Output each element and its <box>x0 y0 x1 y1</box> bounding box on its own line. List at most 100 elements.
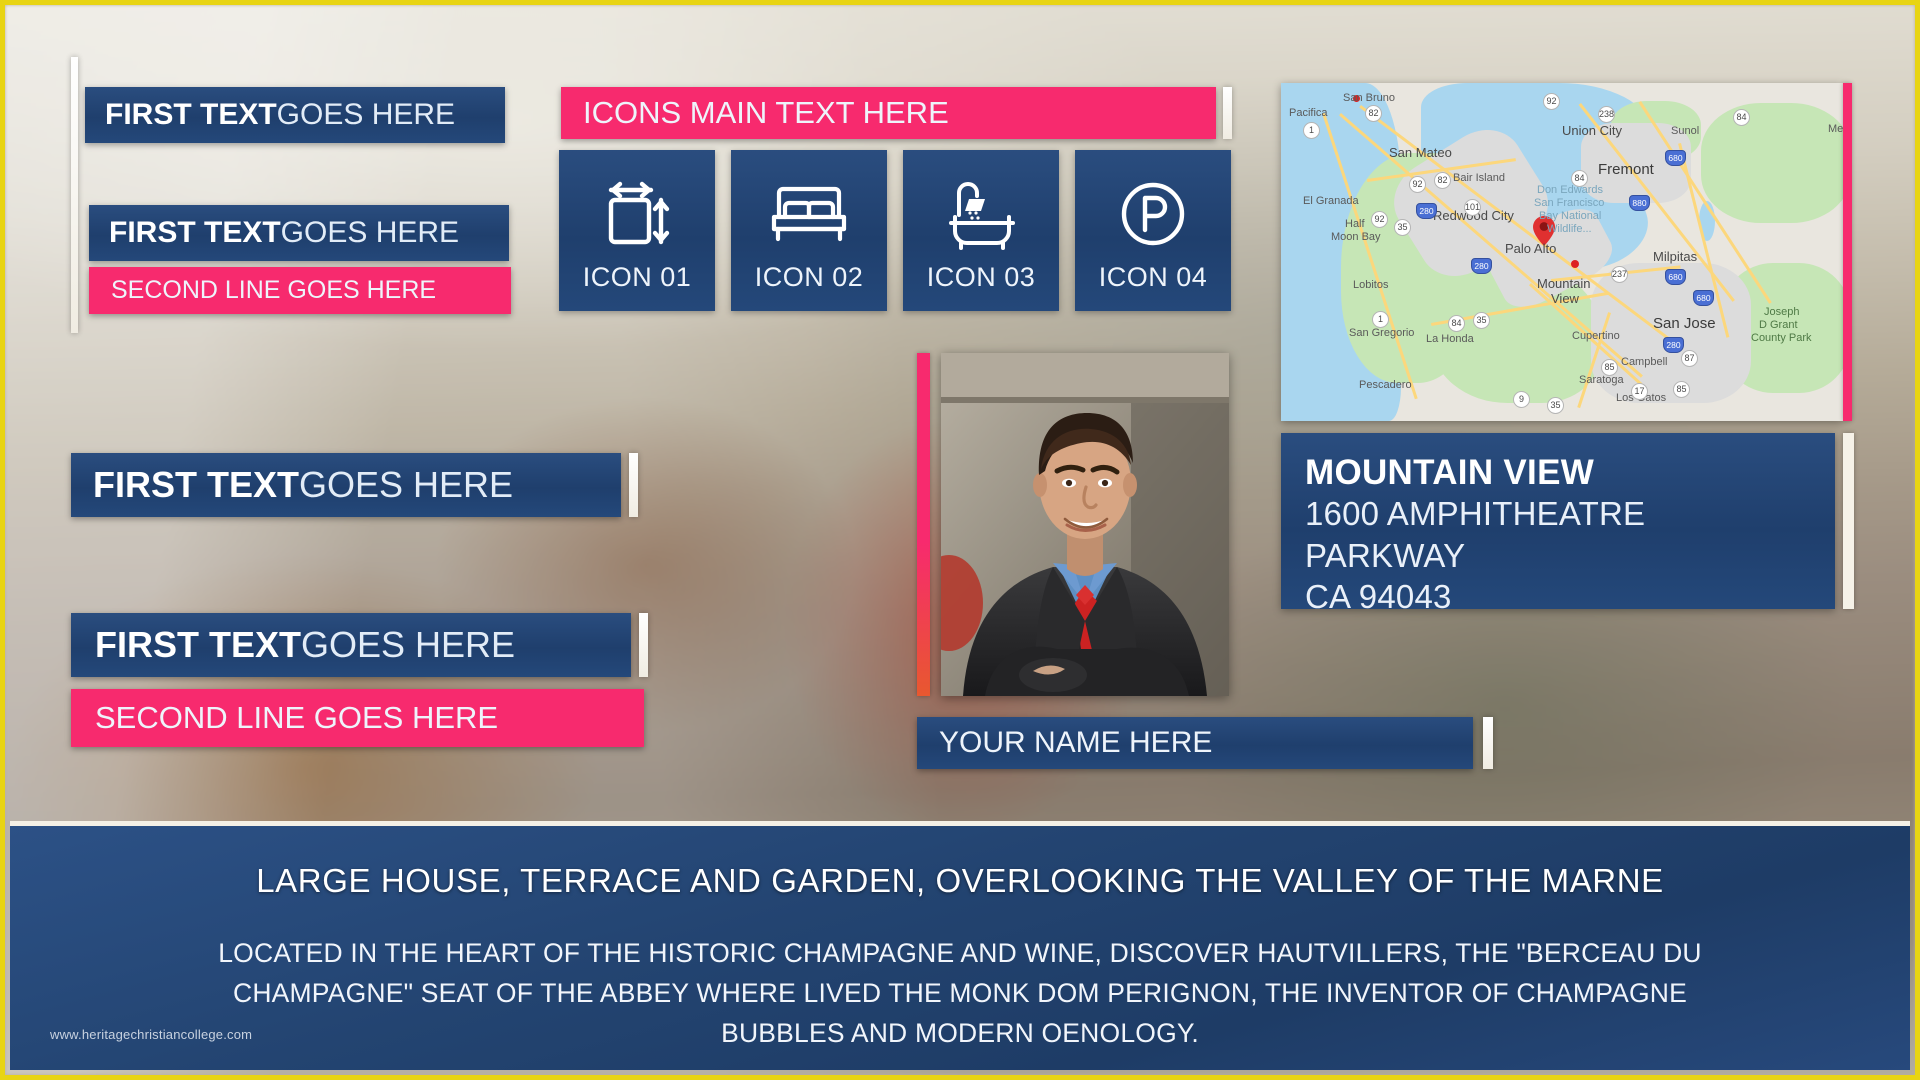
map-label: Campbell <box>1621 356 1668 368</box>
map-label: Saratoga <box>1579 374 1624 386</box>
map-label: Mountain <box>1537 276 1591 291</box>
watermark-url: www.heritagechristiancollege.com <box>50 1027 253 1042</box>
map-label: Don Edwards <box>1537 184 1604 196</box>
map-highway-shield: 35 <box>1547 397 1564 414</box>
icon-cell-02-label: ICON 02 <box>754 262 864 292</box>
map-label: San Jose <box>1653 315 1716 332</box>
first-text-bar-2-light: GOES HERE <box>280 216 460 249</box>
location-map[interactable]: Pacifica San Bruno San Mateo Bair Island El … <box>1281 83 1843 421</box>
map-highway-shield: 92 <box>1543 93 1560 110</box>
map-highway-shield: 101 <box>1464 199 1481 216</box>
map-highway-shield: 85 <box>1673 381 1690 398</box>
map-label: Lobitos <box>1353 279 1389 291</box>
address-line1: 1600 AMPHITHEATRE PARKWAY <box>1305 495 1646 574</box>
map-label: County Park <box>1751 332 1812 344</box>
footer-title: LARGE HOUSE, TERRACE AND GARDEN, OVERLOO… <box>256 862 1664 899</box>
portrait-pink-accent <box>917 353 930 696</box>
second-line-bar-2-label: SECOND LINE GOES HERE <box>95 700 499 735</box>
map-green-east <box>1701 103 1843 223</box>
first-text-bar-3[interactable]: FIRST TEXT GOES HERE <box>71 453 621 517</box>
map-label: Milpitas <box>1653 249 1698 264</box>
map-label: San Bruno <box>1343 92 1395 104</box>
parking-circle-p-icon <box>1117 170 1189 258</box>
icon-cell-04[interactable]: ICON 04 <box>1075 150 1231 311</box>
map-pink-accent <box>1843 83 1852 421</box>
agent-name-accent <box>1483 717 1493 769</box>
map-highway-shield: 35 <box>1394 219 1411 236</box>
second-line-bar-1-label: SECOND LINE GOES HERE <box>111 276 437 304</box>
map-label: Me <box>1828 123 1843 135</box>
map-label: San Mateo <box>1389 145 1452 160</box>
second-line-bar-2[interactable]: SECOND LINE GOES HERE <box>71 689 644 747</box>
map-highway-shield: 237 <box>1611 266 1628 283</box>
map-label: View <box>1551 291 1579 306</box>
map-highway-shield: 1 <box>1303 122 1320 139</box>
address-city: MOUNTAIN VIEW <box>1305 453 1595 492</box>
footer-panel: LARGE HOUSE, TERRACE AND GARDEN, OVERLOO… <box>10 821 1910 1070</box>
map-label: El Granada <box>1303 195 1359 207</box>
first-text-bar-2[interactable]: FIRST TEXT GOES HERE <box>89 205 509 261</box>
address-panel[interactable]: MOUNTAIN VIEW 1600 AMPHITHEATRE PARKWAY … <box>1281 433 1835 615</box>
map-label: La Honda <box>1426 333 1474 345</box>
map-label: San Francisco <box>1534 197 1605 209</box>
icon-cell-03[interactable]: ICON 03 <box>903 150 1059 311</box>
icons-heading-accent <box>1223 87 1232 139</box>
map-label: Fremont <box>1598 161 1654 178</box>
map-secondary-marker <box>1571 260 1579 268</box>
map-label: Sunol <box>1671 125 1700 137</box>
map-label: Pacifica <box>1289 107 1328 119</box>
map-highway-shield: 82 <box>1434 172 1451 189</box>
first-text-bar-4-light: GOES HERE <box>301 624 516 665</box>
map-highway-shield: 17 <box>1631 383 1648 400</box>
template-frame: FIRST TEXT GOES HERE FIRST TEXT GOES HER… <box>0 0 1920 1080</box>
area-dimensions-icon <box>603 170 671 258</box>
first-text-bar-1[interactable]: FIRST TEXT GOES HERE <box>85 87 505 143</box>
agent-name-bar[interactable]: YOUR NAME HERE <box>917 717 1473 769</box>
map-label: Cupertino <box>1572 330 1620 342</box>
icon-cell-04-label: ICON 04 <box>1098 262 1208 292</box>
address-line2: CA 94043 <box>1305 577 1452 615</box>
map-label: Union City <box>1562 123 1622 138</box>
map-label: Pescadero <box>1359 379 1412 391</box>
map-highway-shield: 85 <box>1601 359 1618 376</box>
map-highway-shield: 35 <box>1473 312 1490 329</box>
first-text-bar-4-accent <box>639 613 648 677</box>
map-highway-shield: 280 <box>1416 203 1437 219</box>
map-highway-shield: 84 <box>1571 170 1588 187</box>
map-highway-shield: 680 <box>1693 290 1714 306</box>
bed-icon <box>769 170 849 258</box>
icon-cell-03-label: ICON 03 <box>926 262 1036 292</box>
first-text-bar-1-light: GOES HERE <box>276 98 456 131</box>
map-highway-shield: 1 <box>1372 311 1389 328</box>
agent-portrait <box>941 353 1229 696</box>
map-highway-shield: 9 <box>1513 391 1530 408</box>
icons-heading-label: ICONS MAIN TEXT HERE <box>583 95 949 130</box>
second-line-bar-1[interactable]: SECOND LINE GOES HERE <box>89 267 511 314</box>
footer-body: LOCATED IN THE HEART OF THE HISTORIC CHA… <box>218 938 1702 1048</box>
map-highway-shield: 880 <box>1629 195 1650 211</box>
map-label: Moon Bay <box>1331 231 1381 243</box>
first-text-bar-2-bold: FIRST TEXT <box>109 216 281 249</box>
icon-cell-02[interactable]: ICON 02 <box>731 150 887 311</box>
left-vertical-accent-top <box>71 57 78 333</box>
map-highway-shield: 82 <box>1365 105 1382 122</box>
map-highway-shield: 280 <box>1471 258 1492 274</box>
icons-heading-bar[interactable]: ICONS MAIN TEXT HERE <box>561 87 1216 139</box>
map-label: Bay National <box>1539 210 1602 222</box>
map-label: Wildlife... <box>1547 223 1592 235</box>
map-label: Joseph <box>1764 306 1800 318</box>
agent-name-label: YOUR NAME HERE <box>939 726 1213 759</box>
icon-cell-01[interactable]: ICON 01 <box>559 150 715 311</box>
icon-cell-01-label: ICON 01 <box>582 262 692 292</box>
first-text-bar-3-bold: FIRST TEXT <box>93 464 299 505</box>
bathtub-shower-icon <box>943 170 1019 258</box>
map-label: D Grant <box>1759 319 1798 331</box>
map-highway-shield: 92 <box>1371 211 1388 228</box>
first-text-bar-1-bold: FIRST TEXT <box>105 98 277 131</box>
map-highway-shield: 84 <box>1733 109 1750 126</box>
map-highway-shield: 280 <box>1663 337 1684 353</box>
map-highway-shield: 92 <box>1409 176 1426 193</box>
map-highway-shield: 87 <box>1681 350 1698 367</box>
first-text-bar-4[interactable]: FIRST TEXT GOES HERE <box>71 613 631 677</box>
map-label: Half <box>1345 218 1365 230</box>
